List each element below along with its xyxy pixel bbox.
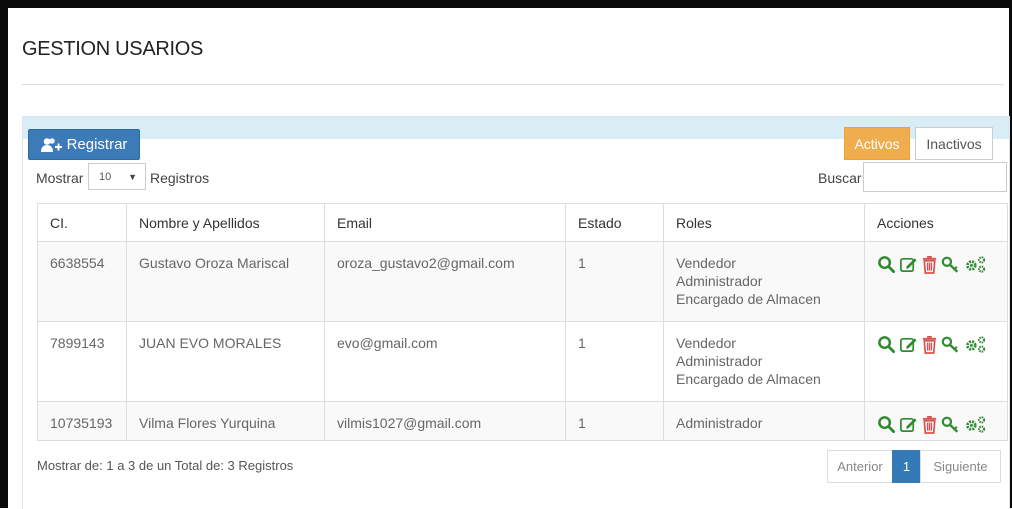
search-icon[interactable] [877, 255, 896, 274]
row-actions [877, 334, 995, 354]
role-item: Administrador [676, 353, 763, 369]
cell-email: oroza_gustavo2@gmail.com [324, 241, 566, 322]
add-user-icon [40, 137, 63, 153]
cell-actions [864, 401, 1008, 441]
tab-activos-label: Activos [854, 135, 900, 152]
column-header-estado[interactable]: Estado [565, 203, 664, 242]
pagination-prev-button[interactable]: Anterior [827, 450, 893, 483]
cell-name: Gustavo Oroza Mariscal [126, 241, 325, 322]
cell-email: vilmis1027@gmail.com [324, 401, 566, 441]
chevron-down-icon: ▼ [128, 172, 137, 182]
cell-estado: 1 [565, 321, 664, 402]
search-input[interactable] [863, 162, 1007, 192]
page-size-select[interactable]: 10 ▼ [88, 163, 146, 190]
cell-name: Vilma Flores Yurquina [126, 401, 325, 441]
table-row: 6638554 Gustavo Oroza Mariscal oroza_gus… [37, 241, 1008, 322]
edit-icon[interactable] [899, 335, 918, 354]
cell-estado: 1 [565, 241, 664, 322]
cell-ci: 10735193 [37, 401, 127, 441]
window-frame-left [0, 0, 8, 508]
show-label: Mostrar [36, 170, 84, 186]
page-size-value: 10 [99, 170, 112, 183]
role-item: Administrador [676, 415, 763, 431]
column-header-email[interactable]: Email [324, 203, 566, 242]
key-icon[interactable] [941, 415, 961, 434]
trash-icon[interactable] [921, 415, 938, 434]
edit-icon[interactable] [899, 415, 918, 434]
trash-icon[interactable] [921, 255, 938, 274]
pagination: Anterior 1 Siguiente [827, 450, 1001, 483]
gears-icon[interactable] [964, 415, 988, 434]
cell-actions [864, 321, 1008, 402]
row-actions [877, 254, 995, 274]
cell-ci: 6638554 [37, 241, 127, 322]
records-label: Registros [150, 170, 210, 186]
role-item: Vendedor [676, 335, 736, 351]
table-row: 10735193 Vilma Flores Yurquina vilmis102… [37, 401, 1008, 441]
gears-icon[interactable] [964, 335, 988, 354]
key-icon[interactable] [941, 335, 961, 354]
row-actions [877, 414, 995, 434]
column-header-roles[interactable]: Roles [663, 203, 865, 242]
window-frame-top [0, 0, 1012, 8]
column-header-acciones: Acciones [864, 203, 1008, 242]
key-icon[interactable] [941, 255, 961, 274]
role-item: Encargado de Almacen [676, 291, 821, 307]
role-item: Vendedor [676, 255, 736, 271]
pagination-info: Mostrar de: 1 a 3 de un Total de: 3 Regi… [37, 458, 294, 473]
role-item: Encargado de Almacen [676, 371, 821, 387]
tab-inactivos-label: Inactivos [926, 135, 982, 152]
cell-roles: Vendedor Administrador Encargado de Alma… [663, 241, 865, 322]
search-icon[interactable] [877, 415, 896, 434]
page-title: GESTION USARIOS [22, 38, 204, 60]
table-header-row: CI. Nombre y Apellidos Email Estado Role… [37, 203, 1008, 242]
cell-email: evo@gmail.com [324, 321, 566, 402]
register-button[interactable]: Registrar [28, 129, 140, 160]
trash-icon[interactable] [921, 335, 938, 354]
edit-icon[interactable] [899, 255, 918, 274]
table-row: 7899143 JUAN EVO MORALES evo@gmail.com 1… [37, 321, 1008, 402]
register-button-label: Registrar [66, 136, 128, 153]
column-header-ci[interactable]: CI. [37, 203, 127, 242]
search-icon[interactable] [877, 335, 896, 354]
users-table: CI. Nombre y Apellidos Email Estado Role… [37, 203, 1008, 441]
cell-name: JUAN EVO MORALES [126, 321, 325, 402]
gears-icon[interactable] [964, 255, 988, 274]
pagination-page-1[interactable]: 1 [892, 450, 921, 483]
tab-inactivos[interactable]: Inactivos [915, 127, 993, 160]
search-label: Buscar: [818, 170, 866, 186]
title-divider [22, 84, 1004, 85]
column-header-name[interactable]: Nombre y Apellidos [126, 203, 325, 242]
cell-actions [864, 241, 1008, 322]
cell-roles: Administrador [663, 401, 865, 441]
role-item: Administrador [676, 273, 763, 289]
pagination-next-button[interactable]: Siguiente [920, 450, 1001, 483]
cell-ci: 7899143 [37, 321, 127, 402]
tab-activos[interactable]: Activos [844, 127, 910, 160]
cell-estado: 1 [565, 401, 664, 441]
cell-roles: Vendedor Administrador Encargado de Alma… [663, 321, 865, 402]
